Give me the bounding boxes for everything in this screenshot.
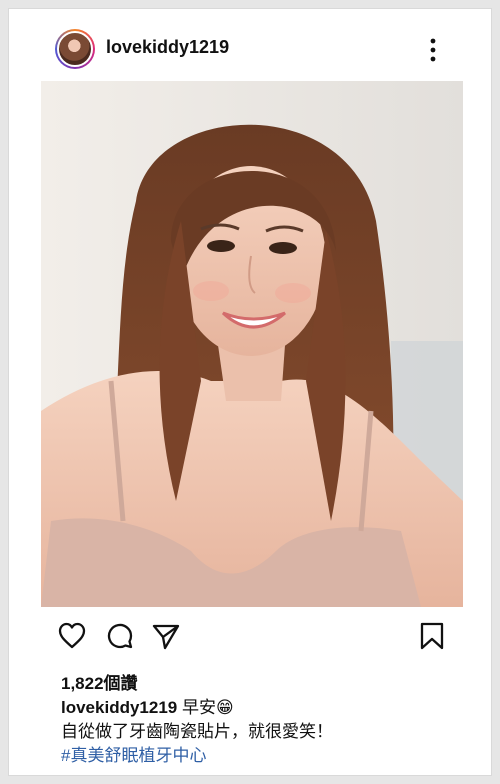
likes-count[interactable]: 1,822個讚	[61, 669, 138, 694]
send-icon	[152, 624, 180, 650]
more-options-button[interactable]	[423, 37, 443, 63]
share-button[interactable]	[151, 621, 181, 651]
post-username[interactable]: lovekiddy1219	[106, 37, 229, 58]
post-photo[interactable]	[41, 81, 463, 607]
bookmark-icon	[420, 622, 444, 650]
heart-icon	[58, 622, 86, 649]
avatar[interactable]	[55, 29, 95, 69]
selfie-image	[41, 81, 463, 607]
caption-text: 早安	[177, 698, 216, 717]
avatar-image	[57, 31, 93, 67]
caption-username[interactable]: lovekiddy1219	[61, 698, 177, 717]
more-vertical-icon	[430, 38, 436, 62]
comment-button[interactable]	[105, 621, 135, 651]
like-button[interactable]	[57, 621, 87, 651]
caption-line-2: 自從做了牙齒陶瓷貼片，就很愛笑！	[61, 722, 333, 741]
post-header: lovekiddy1219	[9, 9, 491, 89]
hashtag-link[interactable]: #真美舒眠植牙中心	[61, 741, 206, 766]
save-button[interactable]	[417, 621, 447, 651]
comment-icon	[107, 623, 133, 649]
grinning-emoji: 😁	[215, 698, 234, 717]
instagram-post-card: lovekiddy1219 1,822個讚 lovekiddy1219 早安😁 …	[8, 8, 492, 776]
caption-line: lovekiddy1219 早安😁	[61, 693, 234, 718]
